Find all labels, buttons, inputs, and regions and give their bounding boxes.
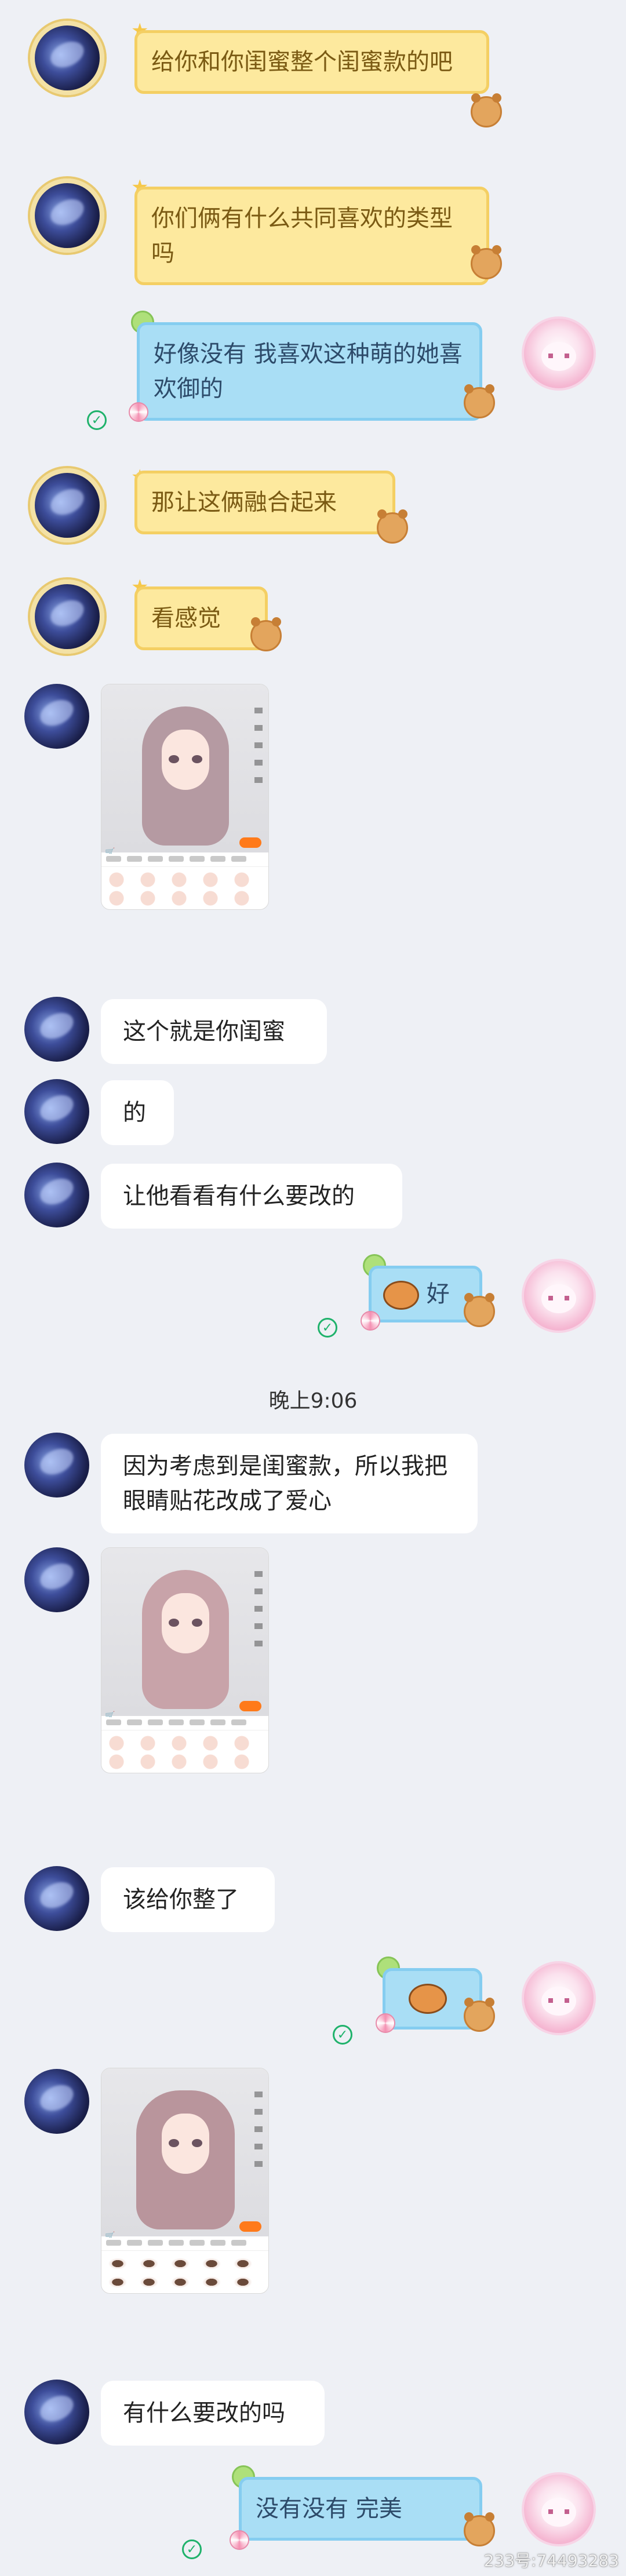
message-bubble[interactable]: 看感觉	[134, 586, 268, 650]
shared-image[interactable]: 🛒	[101, 684, 269, 910]
message-text: 那让这俩融合起来	[151, 489, 337, 516]
read-check-icon: ✓	[333, 2025, 352, 2045]
bear-sticker-decoration-icon	[250, 617, 282, 651]
bear-sticker-decoration-icon	[464, 2512, 495, 2546]
message-text: 该给你整了	[123, 1886, 239, 1913]
contact-avatar[interactable]	[24, 2380, 89, 2444]
message-bubble[interactable]: 让他看看有什么要改的	[101, 1164, 402, 1229]
bear-sticker-decoration-icon	[464, 384, 495, 418]
tiger-sticker-icon	[409, 1984, 447, 2014]
shared-image[interactable]: 🛒	[101, 2068, 269, 2294]
message-text: 让他看看有什么要改的	[123, 1183, 355, 1209]
message-bubble[interactable]: 有什么要改的吗	[101, 2381, 325, 2446]
tiger-sticker-icon	[383, 1281, 419, 1310]
character-preview	[101, 1548, 268, 1716]
option-grid	[106, 1735, 264, 1769]
contact-avatar[interactable]	[24, 684, 89, 749]
bear-sticker-decoration-icon	[471, 93, 502, 127]
contact-avatar[interactable]	[24, 1163, 89, 1227]
contact-avatar[interactable]	[30, 178, 104, 253]
message-bubble[interactable]: 因为考虑到是闺蜜款，所以我把眼睛贴花改成了爱心	[101, 1434, 478, 1533]
message-text: 的	[123, 1099, 146, 1126]
option-grid	[106, 871, 264, 906]
message-bubble[interactable]: 该给你整了	[101, 1867, 275, 1932]
save-button	[239, 2221, 261, 2232]
my-avatar[interactable]	[522, 316, 596, 391]
contact-avatar[interactable]	[24, 2069, 89, 2134]
my-avatar[interactable]	[522, 2472, 596, 2546]
candy-decoration-icon	[376, 2013, 395, 2033]
contact-avatar[interactable]	[24, 1866, 89, 1931]
shared-image[interactable]: 🛒	[101, 1547, 269, 1773]
bear-sticker-decoration-icon	[464, 1998, 495, 2032]
candy-decoration-icon	[129, 402, 148, 422]
my-avatar[interactable]	[522, 1259, 596, 1333]
message-text: 好像没有 我喜欢这种萌的她喜欢御的	[154, 341, 463, 402]
message-bubble[interactable]: 没有没有 完美	[239, 2477, 482, 2541]
character-preview	[101, 2068, 268, 2236]
bear-sticker-decoration-icon	[377, 509, 408, 544]
message-text: 你们俩有什么共同喜欢的类型吗	[151, 205, 453, 267]
message-text: 给你和你闺蜜整个闺蜜款的吧	[151, 49, 453, 75]
category-tabs	[101, 854, 268, 867]
message-text: 好	[426, 1281, 450, 1307]
read-check-icon: ✓	[182, 2539, 202, 2559]
read-check-icon: ✓	[87, 410, 107, 430]
message-bubble[interactable]: 这个就是你闺蜜	[101, 999, 327, 1064]
character-preview	[101, 684, 268, 852]
message-bubble[interactable]: 那让这俩融合起来	[134, 471, 395, 534]
message-text: 有什么要改的吗	[123, 2400, 285, 2426]
message-bubble[interactable]: 你们俩有什么共同喜欢的类型吗	[134, 187, 489, 285]
message-text: 因为考虑到是闺蜜款，所以我把眼睛贴花改成了爱心	[123, 1453, 447, 1514]
read-check-icon: ✓	[318, 1318, 337, 1338]
contact-avatar[interactable]	[30, 21, 104, 95]
eye-option-grid	[106, 2255, 264, 2290]
message-bubble[interactable]: 给你和你闺蜜整个闺蜜款的吧	[134, 30, 489, 94]
contact-avatar[interactable]	[24, 1547, 89, 1612]
watermark: 233号:74493283	[483, 2551, 619, 2570]
save-button	[239, 1701, 261, 1711]
candy-decoration-icon	[361, 1311, 380, 1331]
time-separator: 晚上9:06	[268, 1389, 358, 1413]
category-tabs	[101, 1717, 268, 1730]
message-text: 没有没有 完美	[256, 2495, 402, 2522]
save-button	[239, 837, 261, 848]
bear-sticker-decoration-icon	[471, 245, 502, 279]
message-bubble[interactable]: 的	[101, 1080, 174, 1145]
candy-decoration-icon	[230, 2530, 249, 2550]
contact-avatar[interactable]	[30, 580, 104, 654]
contact-avatar[interactable]	[30, 468, 104, 542]
contact-avatar[interactable]	[24, 1079, 89, 1144]
message-text: 看感觉	[151, 605, 221, 632]
message-text: 这个就是你闺蜜	[123, 1018, 285, 1045]
bear-sticker-decoration-icon	[464, 1293, 495, 1327]
my-avatar[interactable]	[522, 1961, 596, 2035]
category-tabs	[101, 2238, 268, 2251]
message-bubble[interactable]: 好像没有 我喜欢这种萌的她喜欢御的	[137, 322, 482, 421]
contact-avatar[interactable]	[24, 1433, 89, 1497]
contact-avatar[interactable]	[24, 997, 89, 1062]
